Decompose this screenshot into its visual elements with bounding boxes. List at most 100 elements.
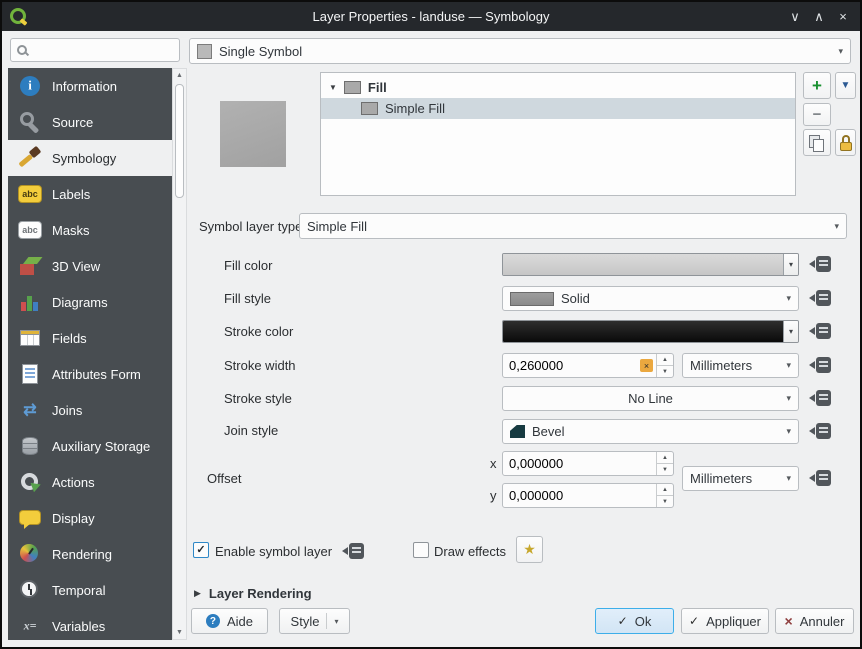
clear-icon[interactable]: × (640, 359, 653, 372)
check-icon: ✓ (618, 614, 628, 628)
fill-color-override-button[interactable] (808, 252, 838, 276)
stroke-width-override-button[interactable] (808, 353, 838, 377)
help-button[interactable]: ? Aide (191, 608, 268, 634)
apply-button[interactable]: ✓ Appliquer (681, 608, 769, 634)
layer-rendering-label: Layer Rendering (209, 586, 312, 601)
duplicate-symbol-layer-button[interactable] (803, 129, 831, 156)
symbol-type-select[interactable]: Single Symbol ▾ (189, 38, 851, 64)
offset-label: Offset (207, 471, 241, 486)
spin-down-button[interactable]: ▼ (657, 496, 673, 507)
chevron-down-icon: ▾ (334, 617, 338, 626)
stroke-width-label: Stroke width (224, 358, 296, 373)
spin-up-button[interactable]: ▲ (657, 354, 673, 366)
duplicate-icon (809, 135, 825, 151)
spin-buttons: ▲ ▼ (656, 354, 673, 377)
data-defined-icon (816, 323, 831, 339)
chevron-down-icon[interactable]: ▾ (783, 254, 798, 275)
expander-icon[interactable]: ▼ (329, 83, 337, 92)
titlebar[interactable]: Layer Properties - landuse — Symbology ∨… (2, 2, 860, 31)
join-style-select[interactable]: Bevel ▾ (502, 419, 799, 444)
spin-up-button[interactable]: ▲ (657, 484, 673, 496)
symbol-layer-type-select[interactable]: Simple Fill ▾ (299, 213, 847, 239)
stroke-color-override-button[interactable] (808, 319, 838, 343)
offset-x-spinbox[interactable]: ▲ ▼ (502, 451, 674, 476)
sidebar-item-symbology[interactable]: Symbology (8, 140, 172, 176)
sidebar-item-label: Diagrams (52, 295, 108, 310)
sidebar-item-attributes-form[interactable]: Attributes Form (8, 356, 172, 392)
fill-color-button[interactable]: ▾ (502, 253, 799, 276)
remove-symbol-layer-button[interactable]: − (803, 103, 831, 126)
scrollbar-thumb[interactable] (175, 84, 184, 198)
sidebar-item-actions[interactable]: Actions (8, 464, 172, 500)
fill-style-select[interactable]: Solid ▾ (502, 286, 799, 311)
offset-x-label: x (490, 456, 497, 471)
move-down-button[interactable]: ▼ (835, 72, 856, 99)
chevron-down-icon[interactable]: ▾ (783, 321, 798, 342)
scroll-down-icon[interactable]: ▼ (173, 629, 186, 636)
sidebar-item-fields[interactable]: Fields (8, 320, 172, 356)
spin-down-button[interactable]: ▼ (657, 366, 673, 377)
sidebar-item-source[interactable]: Source (8, 104, 172, 140)
add-symbol-layer-button[interactable]: + (803, 72, 831, 99)
stroke-style-override-button[interactable] (808, 386, 838, 410)
sidebar-item-variables[interactable]: Variables (8, 608, 172, 640)
tree-item-label: Fill (368, 80, 387, 95)
spin-up-button[interactable]: ▲ (657, 452, 673, 464)
offset-unit-select[interactable]: Millimeters ▾ (682, 466, 799, 491)
stroke-width-unit-select[interactable]: Millimeters ▾ (682, 353, 799, 378)
lock-color-button[interactable] (835, 129, 856, 156)
sidebar-item-joins[interactable]: Joins (8, 392, 172, 428)
search-input[interactable] (29, 42, 174, 59)
sidebar-item-information[interactable]: Information (8, 68, 172, 104)
spin-buttons: ▲ ▼ (656, 484, 673, 507)
stroke-width-spinbox[interactable]: × ▲ ▼ (502, 353, 674, 378)
enable-symbol-layer-checkbox[interactable]: ✓ (193, 542, 209, 558)
data-defined-icon (816, 390, 831, 406)
maximize-button[interactable]: ∧ (808, 6, 830, 28)
sidebar-item-3d-view[interactable]: 3D View (8, 248, 172, 284)
offset-y-input[interactable] (503, 487, 656, 504)
minimize-button[interactable]: ∨ (784, 6, 806, 28)
help-button-label: Aide (227, 614, 253, 629)
sidebar-item-label: Temporal (52, 583, 105, 598)
scroll-up-icon[interactable]: ▲ (173, 72, 186, 79)
sidebar-item-auxiliary-storage[interactable]: Auxiliary Storage (8, 428, 172, 464)
arrow-down-icon: ▼ (841, 80, 851, 91)
layer-rendering-toggle[interactable]: ▶ Layer Rendering (194, 586, 312, 601)
offset-x-input[interactable] (503, 455, 656, 472)
fill-style-override-button[interactable] (808, 286, 838, 310)
sidebar-item-label: Auxiliary Storage (52, 439, 150, 454)
tree-item-fill[interactable]: ▼ Fill (321, 77, 795, 98)
stroke-style-select[interactable]: No Line ▾ (502, 386, 799, 411)
stroke-style-label: Stroke style (224, 391, 292, 406)
spin-down-button[interactable]: ▼ (657, 464, 673, 475)
sidebar-scrollbar[interactable]: ▲ ▼ (172, 68, 187, 640)
join-style-override-button[interactable] (808, 419, 838, 443)
effects-options-button[interactable]: ★ (516, 536, 543, 563)
enable-layer-override-button[interactable] (341, 539, 371, 563)
sidebar-item-temporal[interactable]: Temporal (8, 572, 172, 608)
simple-fill-swatch (361, 102, 378, 115)
sidebar-item-label: Actions (52, 475, 95, 490)
stroke-width-input[interactable] (503, 357, 640, 374)
chevron-down-icon: ▾ (834, 221, 839, 232)
tree-item-simple-fill[interactable]: Simple Fill (321, 98, 795, 119)
symbol-preview (220, 101, 286, 167)
sidebar-item-display[interactable]: Display (8, 500, 172, 536)
close-button[interactable]: × (832, 6, 854, 28)
fill-color-swatch (503, 254, 783, 275)
draw-effects-checkbox[interactable] (413, 542, 429, 558)
stroke-color-button[interactable]: ▾ (502, 320, 799, 343)
offset-override-button[interactable] (808, 466, 838, 490)
search-box[interactable] (10, 38, 180, 62)
cancel-button[interactable]: × Annuler (775, 608, 854, 634)
offset-y-spinbox[interactable]: ▲ ▼ (502, 483, 674, 508)
sidebar-item-rendering[interactable]: Rendering (8, 536, 172, 572)
sidebar-item-diagrams[interactable]: Diagrams (8, 284, 172, 320)
style-button[interactable]: Style ▾ (279, 608, 350, 634)
join-style-label: Join style (224, 423, 278, 438)
sidebar-item-labels[interactable]: Labels (8, 176, 172, 212)
chart-icon (18, 290, 42, 314)
ok-button[interactable]: ✓ Ok (595, 608, 674, 634)
sidebar-item-masks[interactable]: Masks (8, 212, 172, 248)
